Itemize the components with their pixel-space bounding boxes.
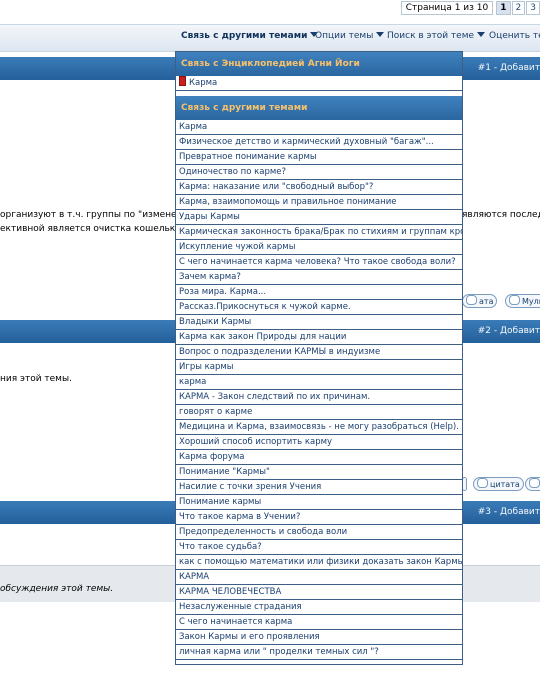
related-thread-link[interactable]: С чего начинается карма человека? Что та… [176, 255, 462, 270]
quote-button-label: цитата [490, 480, 520, 489]
chevron-down-icon [376, 32, 385, 37]
thread-links-dropdown: Связь с Энциклопедией Агни Йоги Карма Св… [175, 51, 463, 665]
post-2-text-line-1: ния этой темы. [0, 374, 72, 384]
related-threads-list: Карма Физическое детство и кармический ду… [176, 120, 462, 660]
related-thread-link[interactable]: Искупление чужой кармы [176, 240, 462, 255]
related-thread-link[interactable]: КАРМА - Закон следствий по их причинам. [176, 390, 462, 405]
related-thread-link[interactable]: Что такое карма в Учении? [176, 510, 462, 525]
related-thread-link[interactable]: Карма форума [176, 450, 462, 465]
related-thread-link[interactable]: Незаслуженные страдания [176, 600, 462, 615]
pagination-label: Страница 1 из 10 [400, 1, 494, 15]
multiquote-button-label: Мульт [522, 297, 540, 306]
related-thread-link[interactable]: Превратное понимание кармы [176, 150, 462, 165]
post-number-1[interactable]: #1 - Добавит [478, 63, 540, 73]
dropdown-section-encyclopedia: Связь с Энциклопедией Агни Йоги [176, 52, 462, 76]
pagination: Страница 1 из 10 1 2 3 [400, 0, 540, 16]
related-thread-link[interactable]: КАРМА [176, 570, 462, 585]
encyclopedia-link[interactable]: Карма [176, 76, 462, 91]
encyclopedia-link-label: Карма [189, 78, 218, 88]
thread-search-label: Поиск в этой теме [387, 31, 475, 41]
thread-options-label: Опции темы [315, 31, 374, 41]
page-link-2[interactable]: 2 [511, 1, 526, 15]
page-link-3[interactable]: 3 [526, 1, 540, 15]
related-thread-link[interactable]: Карма, взаимопомощь и правильное пониман… [176, 195, 462, 210]
quote-button[interactable]: цитата [473, 477, 524, 491]
post-3-text-line-1: обсуждения этой темы. [0, 584, 114, 594]
thread-search-menu[interactable]: Поиск в этой теме [387, 31, 486, 41]
post-number-2[interactable]: #2 - Добавит [478, 326, 540, 336]
related-thread-link[interactable]: Насилие с точки зрения Учения [176, 480, 462, 495]
related-thread-link[interactable]: Карма как закон Природы для нации [176, 330, 462, 345]
multiquote-icon [509, 295, 520, 305]
related-thread-link[interactable]: С чего начинается карма [176, 615, 462, 630]
related-thread-link[interactable]: говорят о карме [176, 405, 462, 420]
encyclopedia-links-list: Карма [176, 76, 462, 91]
chevron-down-icon [477, 32, 486, 37]
quote-icon [477, 478, 488, 488]
related-thread-link[interactable]: Физическое детство и кармический духовны… [176, 135, 462, 150]
multiquote-button[interactable]: Мульт [505, 294, 540, 308]
related-thread-link[interactable]: личная карма или " проделки темных сил "… [176, 645, 462, 660]
multiquote-icon [529, 478, 540, 488]
quote-button[interactable]: ата [462, 294, 498, 308]
related-thread-link[interactable]: КАРМА ЧЕЛОВЕЧЕСТВА [176, 585, 462, 600]
related-thread-link[interactable]: как с помощью математики или физики дока… [176, 555, 462, 570]
related-thread-link[interactable]: Предопределенность и свобода воли [176, 525, 462, 540]
related-thread-link[interactable]: Понимание кармы [176, 495, 462, 510]
related-thread-link[interactable]: Удары Кармы [176, 210, 462, 225]
related-thread-link[interactable]: Что такое судьба? [176, 540, 462, 555]
quote-icon [466, 295, 477, 305]
dropdown-section-related: Связь с другими темами [176, 96, 462, 120]
related-thread-link[interactable]: Хороший способ испортить карму [176, 435, 462, 450]
related-thread-link[interactable]: Карма: наказание или "свободный выбор"? [176, 180, 462, 195]
related-thread-link[interactable]: Владыки Кармы [176, 315, 462, 330]
related-thread-link[interactable]: карма [176, 375, 462, 390]
rate-thread-label: Оценить тем [489, 31, 540, 41]
related-thread-link[interactable]: Роза мира. Карма... [176, 285, 462, 300]
post-1-text-line-1-end: являются послед [462, 210, 540, 220]
related-thread-link[interactable]: Игры кармы [176, 360, 462, 375]
related-thread-link[interactable]: Кармическая законность брака/Брак по сти… [176, 225, 462, 240]
post-number-3[interactable]: #3 - Добавит [478, 507, 540, 517]
post-1-text-line-1: организуют в т.ч. группы по "измене [0, 210, 177, 220]
related-thread-link[interactable]: Рассказ.Прикоснуться к чужой карме. [176, 300, 462, 315]
post-1-text-line-2: ективной является очистка кошельк [0, 224, 176, 234]
rate-thread-menu[interactable]: Оценить тем [489, 31, 540, 41]
related-thread-link[interactable]: Карма [176, 120, 462, 135]
page-link-1[interactable]: 1 [496, 1, 511, 15]
related-thread-link[interactable]: Одиночество по карме? [176, 165, 462, 180]
related-thread-link[interactable]: Закон Кармы и его проявления [176, 630, 462, 645]
thread-options-menu[interactable]: Опции темы [315, 31, 385, 41]
thread-links-menu[interactable]: Связь с другими темами [181, 31, 319, 41]
related-thread-link[interactable]: Медицина и Карма, взаимосвязь - не могу … [176, 420, 462, 435]
related-thread-link[interactable]: Понимание "Кармы" [176, 465, 462, 480]
thread-links-label: Связь с другими темами [181, 31, 308, 41]
related-thread-link[interactable]: Зачем карма? [176, 270, 462, 285]
quote-button-label: ата [479, 297, 494, 306]
thread-toolbar: Связь с другими темами Опции темы Поиск … [0, 24, 540, 52]
multiquote-button[interactable] [525, 477, 540, 491]
related-thread-link[interactable]: Вопрос о подразделении КАРМЫ в индуизме [176, 345, 462, 360]
document-icon [179, 76, 186, 86]
